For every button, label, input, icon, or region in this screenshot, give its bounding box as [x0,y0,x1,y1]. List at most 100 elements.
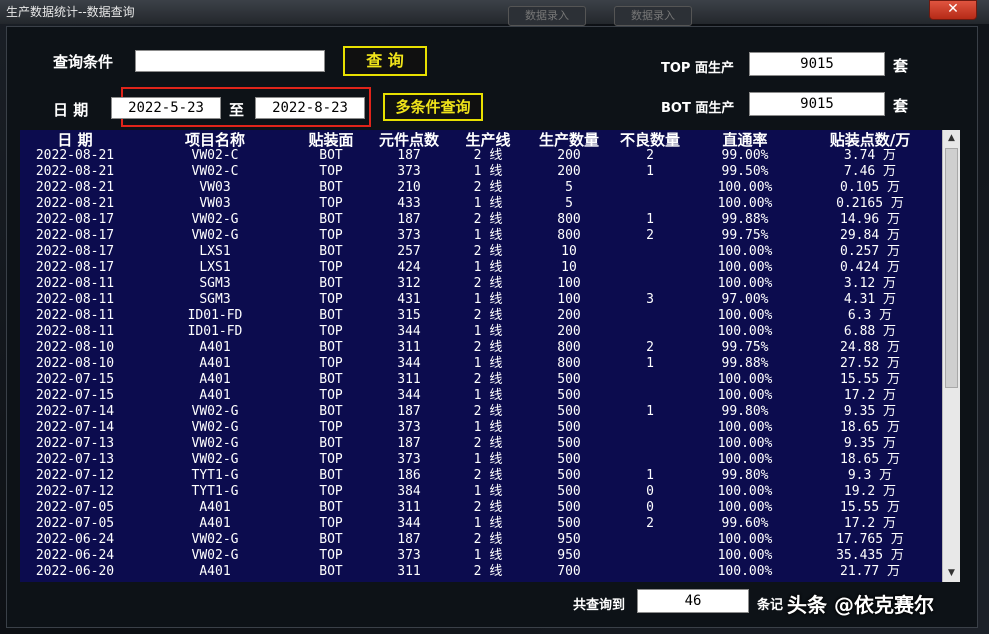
table-row[interactable]: 2022-07-15 A401 BOT 311 2 线 500 100.00% 15.55 万 [20,372,942,388]
table-row[interactable]: 2022-08-21 VW02-C BOT 187 2 线 200 2 99.00% 3.74 … [20,148,942,164]
cell-date: 2022-08-11 [35,308,115,323]
cell-line: 1 线 [473,196,503,211]
table-row[interactable]: 2022-08-10 A401 BOT 311 2 线 800 2 99.75% 24.88 万 [20,340,942,356]
table-row[interactable]: 2022-07-05 A401 TOP 344 1 线 500 2 99.60% 17.2 万 [20,516,942,532]
cell-yield: 97.00% [721,292,769,307]
header-line[interactable]: 生产线 [456,132,520,148]
cell-project: TYT1-G [191,484,239,499]
cell-project: LXS1 [199,244,231,259]
header-placement-points[interactable]: 贴装点数/万 [815,132,925,148]
watermark: 头条 @依克赛尔 [787,593,934,617]
header-yield[interactable]: 直通率 [700,132,790,148]
date-from-input[interactable] [111,97,221,119]
table-row[interactable]: 2022-08-17 VW02-G TOP 373 1 线 800 2 99.75% 29.84… [20,228,942,244]
cell-side: BOT [319,276,343,291]
table-row[interactable]: 2022-08-17 VW02-G BOT 187 2 线 800 1 99.88% 14.96… [20,212,942,228]
data-grid[interactable]: 日 期 项目名称 贴装面 元件点数 生产线 生产数量 不良数量 直通率 贴装点数… [20,130,942,582]
table-row[interactable]: 2022-07-14 VW02-G TOP 373 1 线 500 100.00% 18.65… [20,420,942,436]
table-row[interactable]: 2022-08-11 ID01-FD TOP 344 1 线 200 100.00% 6.88… [20,324,942,340]
scroll-thumb[interactable] [945,148,958,388]
header-component-points[interactable]: 元件点数 [372,132,446,148]
table-row[interactable]: 2022-08-21 VW03 TOP 433 1 线 5 100.00% 0.2165 万 [20,196,942,212]
cell-date: 2022-07-05 [35,500,115,515]
query-label: 查询条件 [53,53,114,71]
cell-side: TOP [319,484,343,499]
cell-date: 2022-08-17 [35,228,115,243]
table-row[interactable]: 2022-07-14 VW02-G BOT 187 2 线 500 1 99.80% 9.35 … [20,404,942,420]
cell-yield: 100.00% [717,244,773,259]
cell-yield: 99.75% [721,228,769,243]
table-row[interactable]: 2022-07-05 A401 BOT 311 2 线 500 0 100.00% 15.55 … [20,500,942,516]
top-production-unit: 套 [893,57,909,75]
cell-project: TYT1-G [191,468,239,483]
cell-component-points: 373 [397,228,421,243]
cell-quantity: 5 [565,180,573,195]
table-row[interactable]: 2022-08-11 ID01-FD BOT 315 2 线 200 100.00% 6.3 … [20,308,942,324]
cell-yield: 100.00% [717,548,773,563]
cell-project: VW02-G [191,228,239,243]
table-row[interactable]: 2022-08-17 LXS1 BOT 257 2 线 10 100.00% 0.257 万 [20,244,942,260]
cell-date: 2022-08-21 [35,196,115,211]
scroll-up-icon[interactable]: ▲ [943,130,960,147]
cell-side: TOP [319,292,343,307]
table-row[interactable]: 2022-08-11 SGM3 BOT 312 2 线 100 100.00% 3.12 万 [20,276,942,292]
cell-component-points: 311 [397,372,421,387]
cell-defects: 2 [646,340,654,355]
cell-date: 2022-08-10 [35,356,115,371]
total-count-label: 共查询到 [573,598,626,613]
cell-component-points: 344 [397,388,421,403]
cell-defects: 1 [646,468,654,483]
cell-project: ID01-FD [187,324,243,339]
cell-date: 2022-08-10 [35,340,115,355]
cell-placement-points: 0.2165 万 [836,196,904,211]
table-row[interactable]: 2022-08-11 SGM3 TOP 431 1 线 100 3 97.00% 4.31 万 [20,292,942,308]
cell-date: 2022-08-11 [35,292,115,307]
header-side[interactable]: 贴装面 [296,132,366,148]
header-quantity[interactable]: 生产数量 [530,132,608,148]
table-row[interactable]: 2022-07-12 TYT1-G BOT 186 2 线 500 1 99.80% 9.3 万 [20,468,942,484]
table-row[interactable]: 2022-07-13 VW02-G TOP 373 1 线 500 100.00% 18.65… [20,452,942,468]
table-row[interactable]: 2022-07-15 A401 TOP 344 1 线 500 100.00% 17.2 万 [20,388,942,404]
table-row[interactable]: 2022-08-10 A401 TOP 344 1 线 800 1 99.88% 27.52 万 [20,356,942,372]
cell-component-points: 373 [397,452,421,467]
header-date[interactable]: 日 期 [20,132,130,148]
header-project[interactable]: 项目名称 [150,132,280,148]
cell-quantity: 950 [557,532,581,547]
scroll-down-icon[interactable]: ▼ [943,565,960,582]
cell-side: TOP [319,356,343,371]
date-label: 日 期 [53,101,89,119]
multi-condition-query-button[interactable]: 多条件查询 [383,93,483,121]
table-row[interactable]: 2022-08-21 VW02-C TOP 373 1 线 200 1 99.50% 7.46 … [20,164,942,180]
cell-yield: 100.00% [717,308,773,323]
header-defects[interactable]: 不良数量 [612,132,688,148]
vertical-scrollbar[interactable]: ▲ ▼ [942,130,960,582]
cell-project: A401 [199,388,231,403]
table-row[interactable]: 2022-06-24 VW02-G BOT 187 2 线 950 100.00% 17.76… [20,532,942,548]
cell-component-points: 315 [397,308,421,323]
table-row[interactable]: 2022-08-21 VW03 BOT 210 2 线 5 100.00% 0.105 万 [20,180,942,196]
cell-line: 2 线 [473,276,503,291]
cell-side: TOP [319,260,343,275]
cell-component-points: 257 [397,244,421,259]
table-row[interactable]: 2022-08-17 LXS1 TOP 424 1 线 10 100.00% 0.424 万 [20,260,942,276]
table-row[interactable]: 2022-06-20 A401 BOT 311 2 线 700 100.00% 21.77 万 [20,564,942,580]
cell-defects: 1 [646,356,654,371]
table-row[interactable]: 2022-06-24 VW02-G TOP 373 1 线 950 100.00% 35.43… [20,548,942,564]
query-button[interactable]: 查 询 [343,46,427,76]
cell-quantity: 200 [557,164,581,179]
cell-yield: 100.00% [717,436,773,451]
cell-project: VW02-G [191,532,239,547]
cell-side: BOT [319,340,343,355]
cell-side: TOP [319,452,343,467]
cell-line: 2 线 [473,532,503,547]
cell-placement-points: 4.31 万 [843,292,897,307]
table-row[interactable]: 2022-07-12 TYT1-G TOP 384 1 线 500 0 100.00% 19.2… [20,484,942,500]
close-button[interactable]: ✕ [929,0,977,20]
cell-quantity: 200 [557,148,581,163]
date-to-input[interactable] [255,97,365,119]
cell-quantity: 10 [561,244,577,259]
cell-project: A401 [199,500,231,515]
table-row[interactable]: 2022-07-13 VW02-G BOT 187 2 线 500 100.00% 9.35 … [20,436,942,452]
query-input[interactable] [135,50,325,72]
cell-side: BOT [319,404,343,419]
